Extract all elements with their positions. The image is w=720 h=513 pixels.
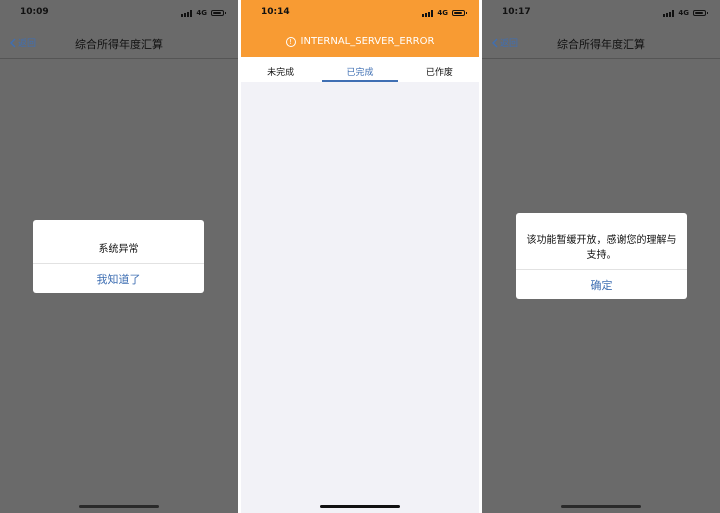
- phone-screen-2: 10:14 4G ! INTERNAL_SERVER_ERROR 未完成 已完成…: [241, 0, 479, 513]
- status-icons: 4G: [422, 9, 467, 17]
- page-title: 综合所得年度汇算: [75, 38, 163, 51]
- status-bar: 10:09 4G: [0, 0, 238, 28]
- status-time: 10:09: [20, 7, 49, 17]
- alert-message: 该功能暂缓开放，感谢您的理解与支持。: [526, 235, 677, 261]
- signal-icon: [663, 9, 675, 17]
- nav-divider: [482, 58, 720, 59]
- battery-icon: [693, 10, 708, 16]
- status-icons: 4G: [663, 9, 708, 17]
- status-icons: 4G: [181, 9, 226, 17]
- phone-screen-1: 10:09 4G 返回 综合所得年度汇算 系统异常 我知道了: [0, 0, 238, 513]
- error-message: INTERNAL_SERVER_ERROR: [300, 36, 435, 47]
- home-indicator[interactable]: [320, 505, 400, 508]
- alert-dialog: 系统异常 我知道了: [33, 220, 204, 293]
- alert-divider: [516, 269, 687, 270]
- status-bar: 10:17 4G: [482, 0, 720, 28]
- alert-divider: [33, 263, 204, 264]
- confirm-button[interactable]: 确定: [516, 277, 687, 293]
- battery-icon: [211, 10, 226, 16]
- network-type: 4G: [437, 9, 448, 17]
- phone-screen-3: 10:17 4G 返回 综合所得年度汇算 该功能暂缓开放，感谢您的理解与支持。 …: [482, 0, 720, 513]
- home-indicator[interactable]: [79, 505, 159, 508]
- exclamation-circle-icon: !: [285, 36, 296, 47]
- tab-incomplete[interactable]: 未完成: [241, 57, 320, 82]
- status-time: 10:17: [502, 7, 531, 17]
- alert-message: 系统异常: [98, 244, 139, 255]
- signal-icon: [422, 9, 434, 17]
- signal-icon: [181, 9, 193, 17]
- alert-dialog: 该功能暂缓开放，感谢您的理解与支持。 确定: [516, 213, 687, 299]
- home-indicator[interactable]: [561, 505, 641, 508]
- nav-bar: 返回 综合所得年度汇算: [0, 28, 238, 58]
- status-bar: 10:14 4G: [241, 0, 479, 28]
- error-banner: 10:14 4G ! INTERNAL_SERVER_ERROR: [241, 0, 479, 57]
- network-type: 4G: [678, 9, 689, 17]
- tab-bar: 未完成 已完成 已作废: [241, 57, 479, 82]
- page-title: 综合所得年度汇算: [557, 38, 645, 51]
- nav-divider: [0, 58, 238, 59]
- tab-completed[interactable]: 已完成: [320, 57, 399, 82]
- network-type: 4G: [196, 9, 207, 17]
- error-message-row: ! INTERNAL_SERVER_ERROR: [241, 36, 479, 47]
- nav-bar: 返回 综合所得年度汇算: [482, 28, 720, 58]
- tab-voided[interactable]: 已作废: [400, 57, 479, 82]
- battery-icon: [452, 10, 467, 16]
- acknowledge-button[interactable]: 我知道了: [33, 271, 204, 287]
- status-time: 10:14: [261, 7, 290, 17]
